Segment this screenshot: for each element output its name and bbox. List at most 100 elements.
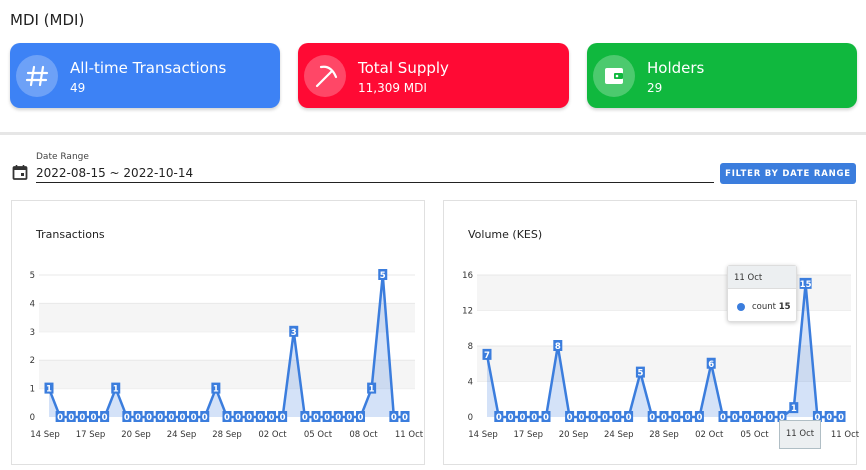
data-label: 0 bbox=[649, 413, 655, 423]
y-tick-label: 0 bbox=[30, 413, 35, 423]
data-label: 0 bbox=[68, 413, 74, 423]
y-tick-label: 4 bbox=[468, 378, 473, 388]
volume-chart-panel: Volume (KES) 0 4 8 12 16 14 Sep 17 Sep 20 Sep 24… bbox=[443, 200, 860, 465]
x-tick-label: 08 Oct bbox=[349, 430, 378, 440]
data-label: 5 bbox=[380, 271, 386, 281]
data-label: 0 bbox=[191, 413, 197, 423]
y-tick-label: 3 bbox=[30, 328, 35, 338]
wallet-icon bbox=[593, 55, 635, 97]
tooltip-series: count bbox=[752, 302, 776, 312]
series-area bbox=[49, 275, 405, 417]
data-label: 0 bbox=[519, 413, 525, 423]
data-label: 0 bbox=[567, 413, 573, 423]
date-range-label: Date Range bbox=[36, 152, 89, 162]
x-tick-label: 11 Oct bbox=[395, 430, 424, 440]
data-label: 0 bbox=[269, 413, 275, 423]
data-label: 0 bbox=[124, 413, 130, 423]
x-tick-label: 05 Oct bbox=[740, 430, 769, 440]
data-label: 0 bbox=[767, 413, 773, 423]
stat-card-supply[interactable]: Total Supply 11,309 MDI bbox=[298, 43, 569, 108]
stat-value: 49 bbox=[70, 81, 86, 95]
x-tick-label: 02 Oct bbox=[258, 430, 287, 440]
data-label: 0 bbox=[257, 413, 263, 423]
data-label: 0 bbox=[838, 413, 844, 423]
data-label: 15 bbox=[800, 280, 812, 290]
data-label: 0 bbox=[673, 413, 679, 423]
data-label: 0 bbox=[626, 413, 632, 423]
data-label: 0 bbox=[391, 413, 397, 423]
x-tick-label: 14 Sep bbox=[30, 430, 60, 440]
data-label: 1 bbox=[113, 385, 119, 395]
series-dot bbox=[737, 303, 745, 311]
x-tick-label: 24 Sep bbox=[167, 430, 197, 440]
data-label: 0 bbox=[146, 413, 152, 423]
data-label: 0 bbox=[543, 413, 549, 423]
transactions-chart[interactable]: 0 1 2 3 4 5 14 Sep 17 Sep 20 Sep 24 Sep 28 Sep 02 O… bbox=[12, 201, 426, 466]
data-label: 0 bbox=[302, 413, 308, 423]
x-tick-label: 11 Oct bbox=[831, 430, 860, 440]
x-tick-label: 05 Oct bbox=[304, 430, 333, 440]
data-label: 0 bbox=[720, 413, 726, 423]
data-label: 0 bbox=[246, 413, 252, 423]
data-label: 7 bbox=[484, 351, 490, 361]
data-label: 0 bbox=[280, 413, 286, 423]
data-label: 0 bbox=[202, 413, 208, 423]
data-label: 0 bbox=[135, 413, 141, 423]
y-tick-label: 8 bbox=[468, 342, 473, 352]
filter-by-date-button[interactable]: FILTER BY DATE RANGE bbox=[720, 163, 856, 184]
data-label: 0 bbox=[91, 413, 97, 423]
crosshair-label: 11 Oct bbox=[779, 420, 821, 449]
date-range-input[interactable] bbox=[36, 163, 714, 183]
stat-value: 11,309 MDI bbox=[358, 81, 427, 95]
x-tick-label: 20 Sep bbox=[121, 430, 151, 440]
data-label: 0 bbox=[346, 413, 352, 423]
y-tick-label: 2 bbox=[30, 356, 35, 366]
data-label: 0 bbox=[685, 413, 691, 423]
data-label: 1 bbox=[369, 385, 375, 395]
data-label: 0 bbox=[661, 413, 667, 423]
stat-value: 29 bbox=[647, 81, 663, 95]
data-label: 0 bbox=[402, 413, 408, 423]
hash-icon bbox=[16, 55, 58, 97]
data-label: 1 bbox=[46, 385, 52, 395]
y-tick-label: 16 bbox=[462, 271, 473, 281]
y-tick-label: 12 bbox=[462, 307, 473, 317]
data-label: 0 bbox=[168, 413, 174, 423]
data-label: 0 bbox=[57, 413, 63, 423]
y-tick-label: 5 bbox=[30, 271, 35, 281]
data-label: 1 bbox=[213, 385, 219, 395]
data-label: 0 bbox=[79, 413, 85, 423]
data-label: 0 bbox=[755, 413, 761, 423]
data-label: 5 bbox=[637, 369, 643, 379]
stat-label: Total Supply bbox=[358, 59, 449, 77]
x-tick-label: 17 Sep bbox=[513, 430, 543, 440]
data-label: 0 bbox=[732, 413, 738, 423]
x-tick-label: 28 Sep bbox=[212, 430, 242, 440]
data-label: 0 bbox=[102, 413, 108, 423]
data-label: 0 bbox=[826, 413, 832, 423]
pickaxe-icon bbox=[304, 55, 346, 97]
data-label: 0 bbox=[531, 413, 537, 423]
section-divider bbox=[0, 132, 866, 135]
x-tick-label: 28 Sep bbox=[649, 430, 679, 440]
data-label: 0 bbox=[496, 413, 502, 423]
series-line bbox=[47, 273, 405, 419]
data-label: 6 bbox=[708, 360, 714, 370]
y-tick-label: 0 bbox=[468, 413, 473, 423]
data-label: 0 bbox=[157, 413, 163, 423]
data-label: 0 bbox=[313, 413, 319, 423]
stat-card-transactions[interactable]: All-time Transactions 49 bbox=[10, 43, 280, 108]
y-tick-label: 4 bbox=[30, 299, 35, 309]
x-tick-label: 02 Oct bbox=[695, 430, 724, 440]
data-label: 0 bbox=[358, 413, 364, 423]
x-tick-label: 14 Sep bbox=[468, 430, 498, 440]
stat-card-holders[interactable]: Holders 29 bbox=[587, 43, 857, 108]
x-tick-label: 24 Sep bbox=[604, 430, 634, 440]
data-label: 1 bbox=[791, 404, 797, 414]
stat-label: All-time Transactions bbox=[70, 59, 227, 77]
y-tick-label: 1 bbox=[30, 385, 35, 395]
data-label: 0 bbox=[614, 413, 620, 423]
data-label: 0 bbox=[578, 413, 584, 423]
data-label: 0 bbox=[180, 413, 186, 423]
data-label: 0 bbox=[602, 413, 608, 423]
